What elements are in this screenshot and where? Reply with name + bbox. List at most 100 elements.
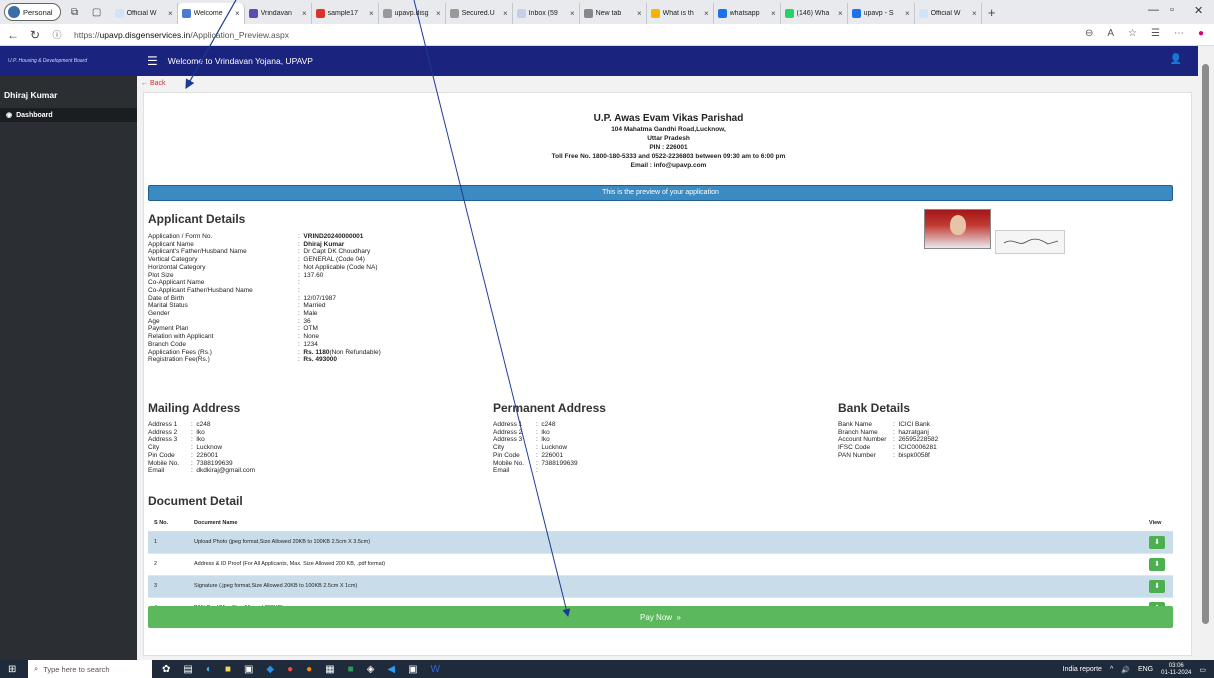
tab-close-icon[interactable]: ×	[704, 9, 709, 18]
lang-indicator[interactable]: ENG	[1138, 666, 1153, 673]
app3-icon[interactable]: ▣	[408, 664, 417, 675]
tab-close-icon[interactable]: ×	[503, 9, 508, 18]
read-aloud-icon[interactable]: A	[1107, 28, 1114, 39]
browser-tab[interactable]: (146) Wha ×	[781, 3, 848, 24]
widget-icon[interactable]: ✿	[162, 664, 170, 675]
browser-tab[interactable]: New tab ×	[580, 3, 647, 24]
more-icon[interactable]: ⋯	[1174, 28, 1184, 39]
tab-close-icon[interactable]: ×	[168, 9, 173, 18]
favorites-icon[interactable]: ☰	[1151, 28, 1160, 39]
site-info-icon[interactable]: ⓘ	[48, 28, 66, 41]
app2-icon[interactable]: ◈	[367, 664, 375, 675]
detail-value: 26595228582	[898, 436, 939, 444]
back-link[interactable]: ← Back	[141, 80, 166, 87]
browser-tab[interactable]: Official W ×	[915, 3, 982, 24]
browser-tab[interactable]: Secured.U ×	[446, 3, 513, 24]
browser-tab[interactable]: Vrindavan ×	[245, 3, 312, 24]
task-view-icon[interactable]: ▤	[183, 664, 192, 675]
clock[interactable]: 03:06 01-11-2024	[1161, 663, 1191, 676]
view-download-button[interactable]: ⬇	[1149, 579, 1165, 593]
menu-toggle-icon[interactable]: ☰	[147, 54, 158, 68]
cell-document-name: Upload Photo (jpeg format,Size Allowed 2…	[188, 531, 1143, 553]
page-scrollbar[interactable]	[1198, 46, 1214, 660]
system-tray: India reporte ^ 🔊 ENG 03:06 01-11-2024 ▭	[1063, 663, 1206, 676]
profile-label: Personal	[23, 7, 53, 17]
copilot-icon[interactable]: ●	[1198, 28, 1204, 39]
chrome-icon[interactable]: ●	[287, 664, 293, 675]
tray-chevron-icon[interactable]: ^	[1110, 666, 1113, 673]
tab-close-icon[interactable]: ×	[838, 9, 843, 18]
table-row: 2 Address & ID Proof (For All Applicants,…	[148, 552, 1173, 576]
url-field[interactable]: https://upavp.disgenservices.in/Applicat…	[74, 30, 289, 40]
browser-tab[interactable]: What is th ×	[647, 3, 714, 24]
outlook-icon[interactable]: ◆	[266, 664, 274, 675]
windows-start-icon[interactable]: ⊞	[8, 664, 16, 675]
detail-row: Date of Birth: 12/07/1987	[148, 295, 336, 303]
tab-close-icon[interactable]: ×	[235, 9, 240, 18]
detail-row: Branch Name: hazratganj	[838, 429, 929, 437]
detail-label: Application Fees (Rs.)	[148, 348, 212, 356]
detail-label: Registration Fee(Rs.)	[148, 356, 210, 364]
excel-icon[interactable]: ■	[348, 664, 354, 675]
browser-tab[interactable]: Official W ×	[111, 3, 178, 24]
detail-row: Mobile No.: 7388199639	[148, 460, 233, 468]
browser-tab[interactable]: upavp - S ×	[848, 3, 915, 24]
tab-close-icon[interactable]: ×	[570, 9, 575, 18]
detail-value: Married	[303, 302, 326, 310]
sidebar-item-dashboard[interactable]: ◉ Dashboard	[0, 108, 137, 122]
tab-close-icon[interactable]: ×	[436, 9, 441, 18]
minimize-icon[interactable]: —	[1148, 4, 1159, 16]
refresh-icon[interactable]: ↻	[26, 28, 44, 42]
pay-now-button[interactable]: Pay Now »	[148, 606, 1173, 628]
detail-label: Pin Code	[493, 451, 520, 459]
back-nav-icon[interactable]: ←	[4, 28, 22, 42]
detail-value: dkdkiraj@gmail.com	[196, 467, 256, 475]
detail-value: c248	[541, 421, 556, 428]
tab-close-icon[interactable]: ×	[905, 9, 910, 18]
detail-row: PAN Number: bispk0058f	[838, 452, 930, 460]
permanent-address-heading: Permanent Address	[493, 401, 606, 415]
file-explorer-icon[interactable]: ■	[225, 664, 231, 675]
tab-close-icon[interactable]: ×	[637, 9, 642, 18]
tab-close-icon[interactable]: ×	[302, 9, 307, 18]
browser-tab[interactable]: upavp.disg ×	[379, 3, 446, 24]
detail-row: Co-Applicant Father/Husband Name:	[148, 287, 303, 295]
taskbar-search[interactable]: ⌕ Type here to search	[28, 660, 152, 678]
tab-close-icon[interactable]: ×	[369, 9, 374, 18]
maximize-icon[interactable]: ▫	[1170, 4, 1174, 16]
close-window-icon[interactable]: ✕	[1194, 4, 1203, 17]
browser-tab[interactable]: Inbox (59 ×	[513, 3, 580, 24]
vscode-icon[interactable]: ◀	[387, 664, 395, 675]
view-download-button[interactable]: ⬇	[1149, 557, 1165, 571]
tab-close-icon[interactable]: ×	[771, 9, 776, 18]
word-icon[interactable]: W	[431, 664, 440, 675]
detail-value: Rs. 1180	[303, 348, 330, 356]
user-menu-icon[interactable]: 👤	[1170, 54, 1182, 65]
store-icon[interactable]: ▣	[244, 664, 253, 675]
favorite-star-icon[interactable]: ☆	[1128, 28, 1137, 39]
browser-tab[interactable]: sample17 ×	[312, 3, 379, 24]
browser-tab[interactable]: Welcome ×	[177, 3, 245, 24]
workspaces-icon[interactable]: ⧉	[67, 4, 83, 20]
notification-icon[interactable]: ▭	[1199, 666, 1206, 674]
tab-close-icon[interactable]: ×	[972, 9, 977, 18]
tab-actions-icon[interactable]: ▢	[89, 4, 105, 20]
app-icon[interactable]: ▦	[325, 664, 334, 675]
weather-text[interactable]: India reporte	[1063, 666, 1102, 673]
profile-button[interactable]: Personal	[4, 3, 61, 21]
edge-icon[interactable]: ◐	[206, 664, 212, 675]
tab-title: Official W	[126, 10, 157, 17]
browser-icon[interactable]: ●	[306, 664, 312, 675]
cell-sno: 1	[148, 531, 188, 553]
detail-label: Account Number	[838, 436, 887, 444]
zoom-icon[interactable]: ⊖	[1085, 28, 1093, 39]
tab-title: Secured.U	[461, 10, 495, 17]
browser-tab[interactable]: whatsapp ×	[714, 3, 781, 24]
detail-row: Address 2: lko	[493, 429, 550, 437]
document-table: S No. Document Name View 1 Upload Photo (…	[148, 515, 1173, 620]
new-tab-button[interactable]: +	[982, 5, 1002, 20]
view-download-button[interactable]: ⬇	[1149, 535, 1165, 549]
scrollbar-thumb[interactable]	[1202, 64, 1209, 624]
preview-banner: This is the preview of your application	[148, 185, 1173, 201]
volume-icon[interactable]: 🔊	[1121, 666, 1130, 674]
